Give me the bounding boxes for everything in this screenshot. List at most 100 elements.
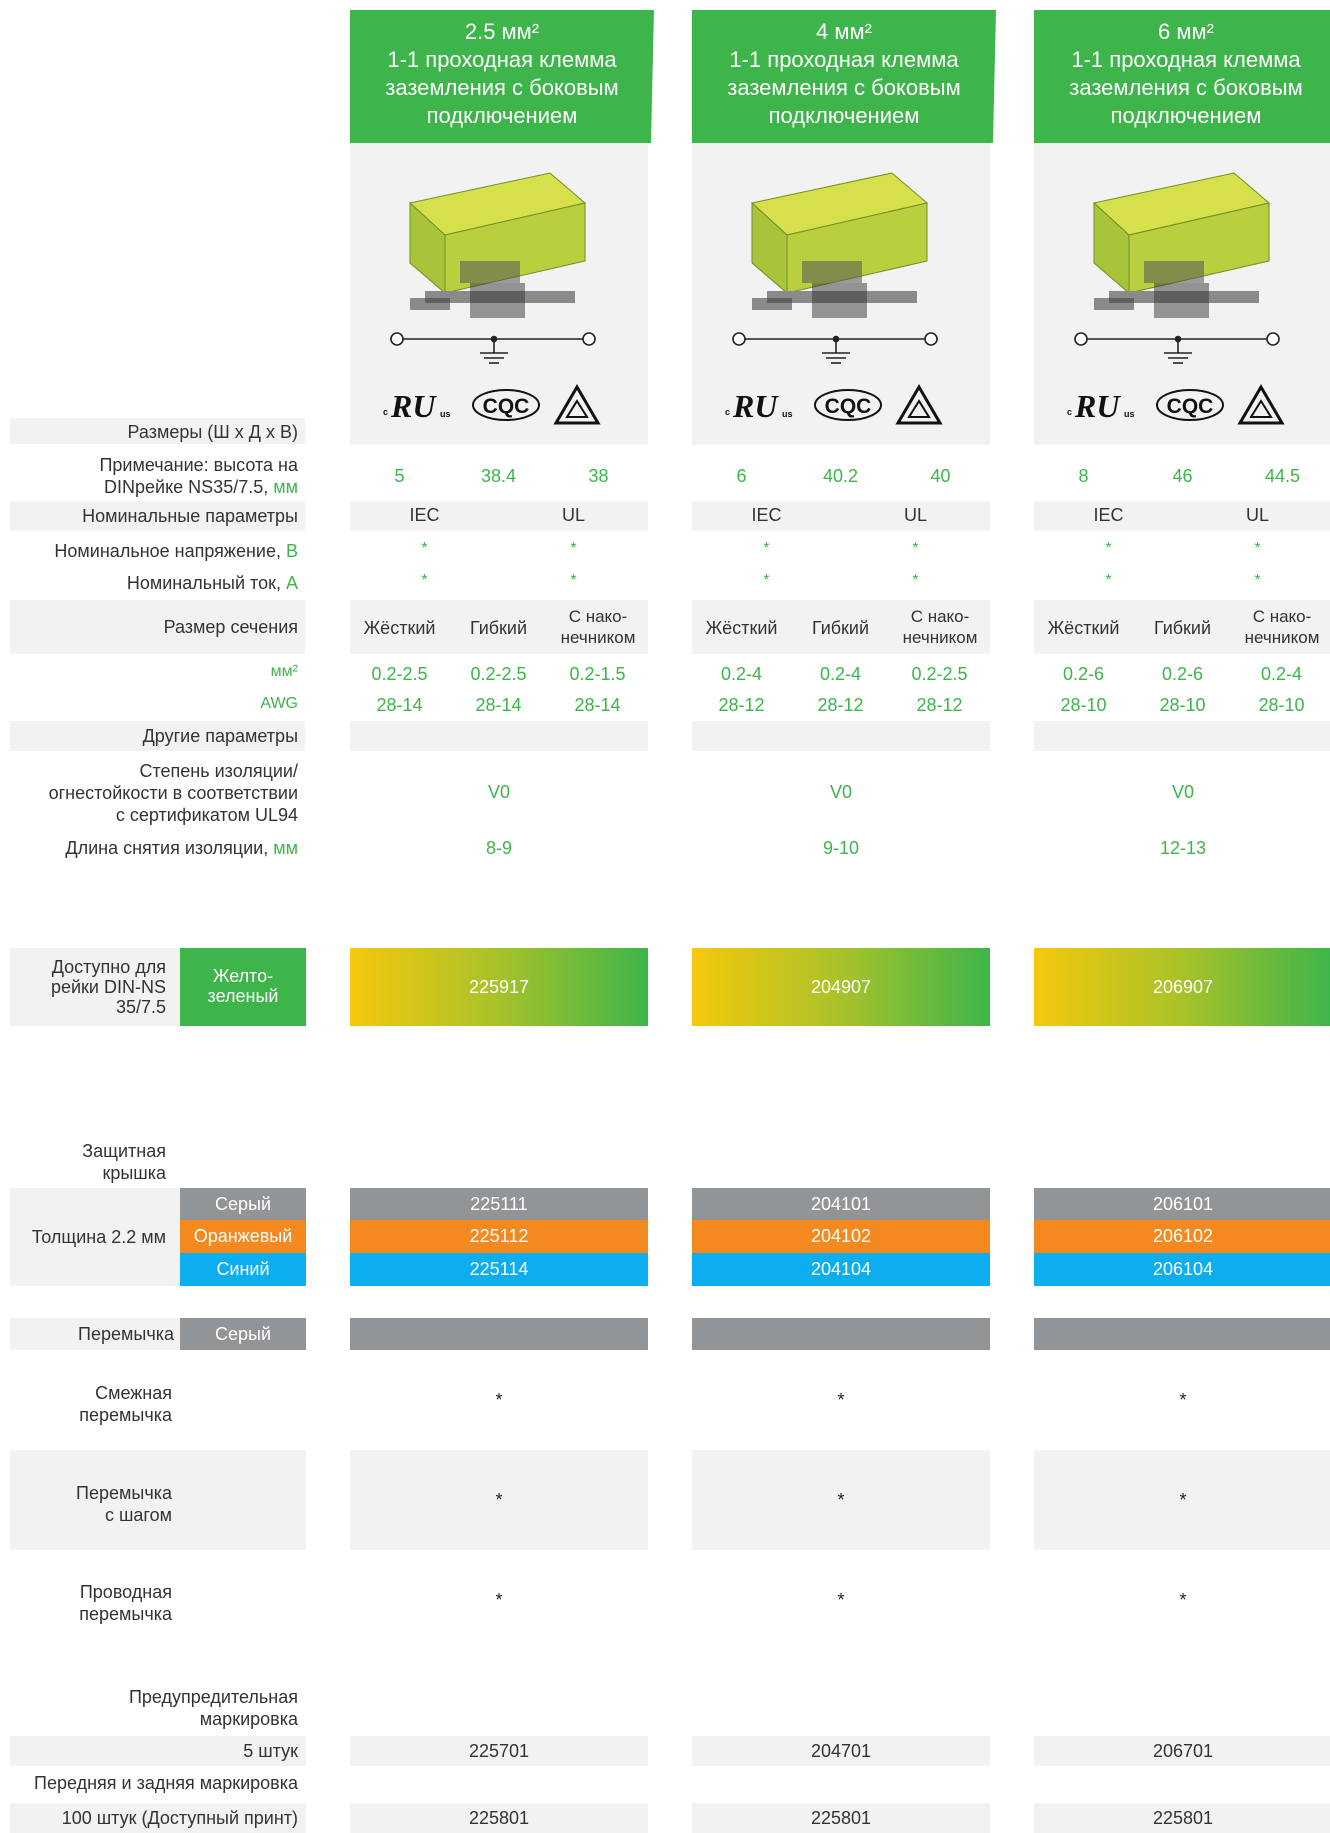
din-code-bar: 204907 xyxy=(692,948,990,1026)
svg-text:us: us xyxy=(440,409,451,419)
cover-code: 204101 xyxy=(692,1188,990,1220)
strip-length-value: 12-13 xyxy=(1159,838,1207,858)
svg-text:CQC: CQC xyxy=(1167,395,1214,418)
product-title-line: заземления с боковым xyxy=(1069,75,1303,100)
ul-logo: c RU us xyxy=(383,388,451,424)
cover-color-blue: Синий xyxy=(180,1253,306,1286)
cover-code: 206104 xyxy=(1034,1253,1330,1286)
product-header: 6 мм² 1-1 проходная клемма заземления с бо… xyxy=(1034,10,1330,143)
label-front-back-marking: Передняя и задняя маркировка xyxy=(34,1773,298,1793)
jumper-bar xyxy=(1034,1318,1330,1350)
rating-star: * xyxy=(570,572,577,589)
section-ferrule: С нако-нечником xyxy=(890,606,990,648)
section-rigid: Жёсткий xyxy=(705,618,778,638)
rating-star: * xyxy=(912,572,919,589)
section-ferrule-line2: нечником xyxy=(902,628,978,647)
label-step-jumper: Перемычка с шагом xyxy=(76,1483,172,1525)
product-title-line: подключением xyxy=(1110,103,1262,128)
wire-jumper-star: * xyxy=(837,1590,845,1610)
terminal-block-image xyxy=(408,172,587,318)
label-jumper: Перемычка xyxy=(78,1324,174,1344)
cover-code: 225112 xyxy=(350,1220,648,1253)
svg-text:RU: RU xyxy=(390,388,437,424)
awg-value: 28-12 xyxy=(817,695,864,715)
product-size: 6 мм² xyxy=(1158,19,1214,44)
dimension-value: 38.4 xyxy=(480,466,517,486)
label-awg: AWG xyxy=(260,695,298,712)
product-image-area: c RU us CQC xyxy=(350,143,648,445)
awg-value: 28-12 xyxy=(718,695,765,715)
dimension-value: 8 xyxy=(1078,466,1089,486)
section-ferrule-line2: нечником xyxy=(1244,628,1320,647)
dimension-value: 5 xyxy=(394,466,405,486)
label-rated-params: Номинальные параметры xyxy=(82,506,298,526)
awg-value: 28-10 xyxy=(1258,695,1305,715)
product-title-line: заземления с боковым xyxy=(385,75,619,100)
product-title-line: 1-1 проходная клемма xyxy=(729,47,959,72)
section-flexible: Гибкий xyxy=(469,618,528,638)
rating-star: * xyxy=(912,540,919,557)
label-hundred-pcs: 100 штук (Доступный принт) xyxy=(61,1808,298,1828)
rating-ul: UL xyxy=(1245,505,1269,525)
rating-iec: IEC xyxy=(751,505,782,525)
rating-ul: UL xyxy=(561,505,585,525)
product-title-line: 1-1 проходная клемма xyxy=(387,47,617,72)
section-ferrule-line1: С нако- xyxy=(1252,607,1312,626)
rating-iec: IEC xyxy=(409,505,440,525)
section-ferrule-line1: С нако- xyxy=(910,607,970,626)
label-note: Примечание: высота на DINрейке NS35/7.5,… xyxy=(10,454,298,498)
cover-code: 204104 xyxy=(692,1253,990,1286)
product-size: 2.5 мм² xyxy=(464,19,540,44)
product-title-line: 1-1 проходная клемма xyxy=(1071,47,1301,72)
yellow-green-swatch: Желто- зеленый xyxy=(180,948,306,1026)
product-header: 2.5 мм² 1-1 проходная клемма заземления с … xyxy=(350,10,654,143)
step-jumper-star: * xyxy=(1179,1490,1187,1510)
cover-code: 225114 xyxy=(350,1253,648,1286)
cqc-logo: CQC xyxy=(1156,389,1224,421)
section-flexible: Гибкий xyxy=(1153,618,1212,638)
label-five-pcs: 5 штук xyxy=(243,1741,298,1761)
wire-jumper-star: * xyxy=(495,1590,503,1610)
label-other: Другие параметры xyxy=(142,726,298,746)
ul-logo: c RU us xyxy=(1067,388,1135,424)
other-params-bg xyxy=(350,721,648,751)
insulation-value: V0 xyxy=(487,782,511,802)
awg-value: 28-10 xyxy=(1159,695,1206,715)
section-flexible: Гибкий xyxy=(811,618,870,638)
cqc-logo: CQC xyxy=(472,389,540,421)
cqc-logo: CQC xyxy=(814,389,882,421)
svg-text:c: c xyxy=(725,407,730,417)
label-available-din: Доступно для рейки DIN-NS 35/7.5 xyxy=(50,957,166,1017)
cover-code: 206101 xyxy=(1034,1188,1330,1220)
product-header: 4 мм² 1-1 проходная клемма заземления с бо… xyxy=(692,10,996,143)
section-ferrule-line1: С нако- xyxy=(568,607,628,626)
svg-text:RU: RU xyxy=(1074,388,1121,424)
section-ferrule-line2: нечником xyxy=(560,628,636,647)
din-code-bar: 225917 xyxy=(350,948,648,1026)
label-rated-voltage: Номинальное напряжение, В xyxy=(54,541,298,561)
rating-star: * xyxy=(763,540,770,557)
ul-logo: c RU us xyxy=(725,388,793,424)
dimension-value: 40 xyxy=(930,466,951,486)
ground-symbol-diagram xyxy=(1074,332,1280,364)
ground-symbol-diagram xyxy=(732,332,938,364)
marking-100-code: 225801 xyxy=(350,1803,648,1833)
svg-text:CQC: CQC xyxy=(483,395,530,418)
cover-code: 206102 xyxy=(1034,1220,1330,1253)
label-dims: Размеры (Ш x Д x В) xyxy=(127,422,299,442)
rating-star: * xyxy=(763,572,770,589)
marking-100-code: 225801 xyxy=(1034,1803,1330,1833)
strip-length-value: 8-9 xyxy=(485,838,512,858)
insulation-value: V0 xyxy=(829,782,853,802)
label-wire-jumper: Проводная перемычка xyxy=(79,1582,172,1624)
marking-100-code: 225801 xyxy=(692,1803,990,1833)
product-title-line: подключением xyxy=(768,103,920,128)
dimension-value: 40.2 xyxy=(822,466,859,486)
rating-star: * xyxy=(1254,540,1261,557)
mm2-value: 0.2-4 xyxy=(819,664,862,684)
section-ferrule: С нако-нечником xyxy=(548,606,648,648)
cover-code: 204102 xyxy=(692,1220,990,1253)
terminal-block-image xyxy=(750,172,929,318)
awg-value: 28-14 xyxy=(574,695,621,715)
wire-jumper-star: * xyxy=(1179,1590,1187,1610)
